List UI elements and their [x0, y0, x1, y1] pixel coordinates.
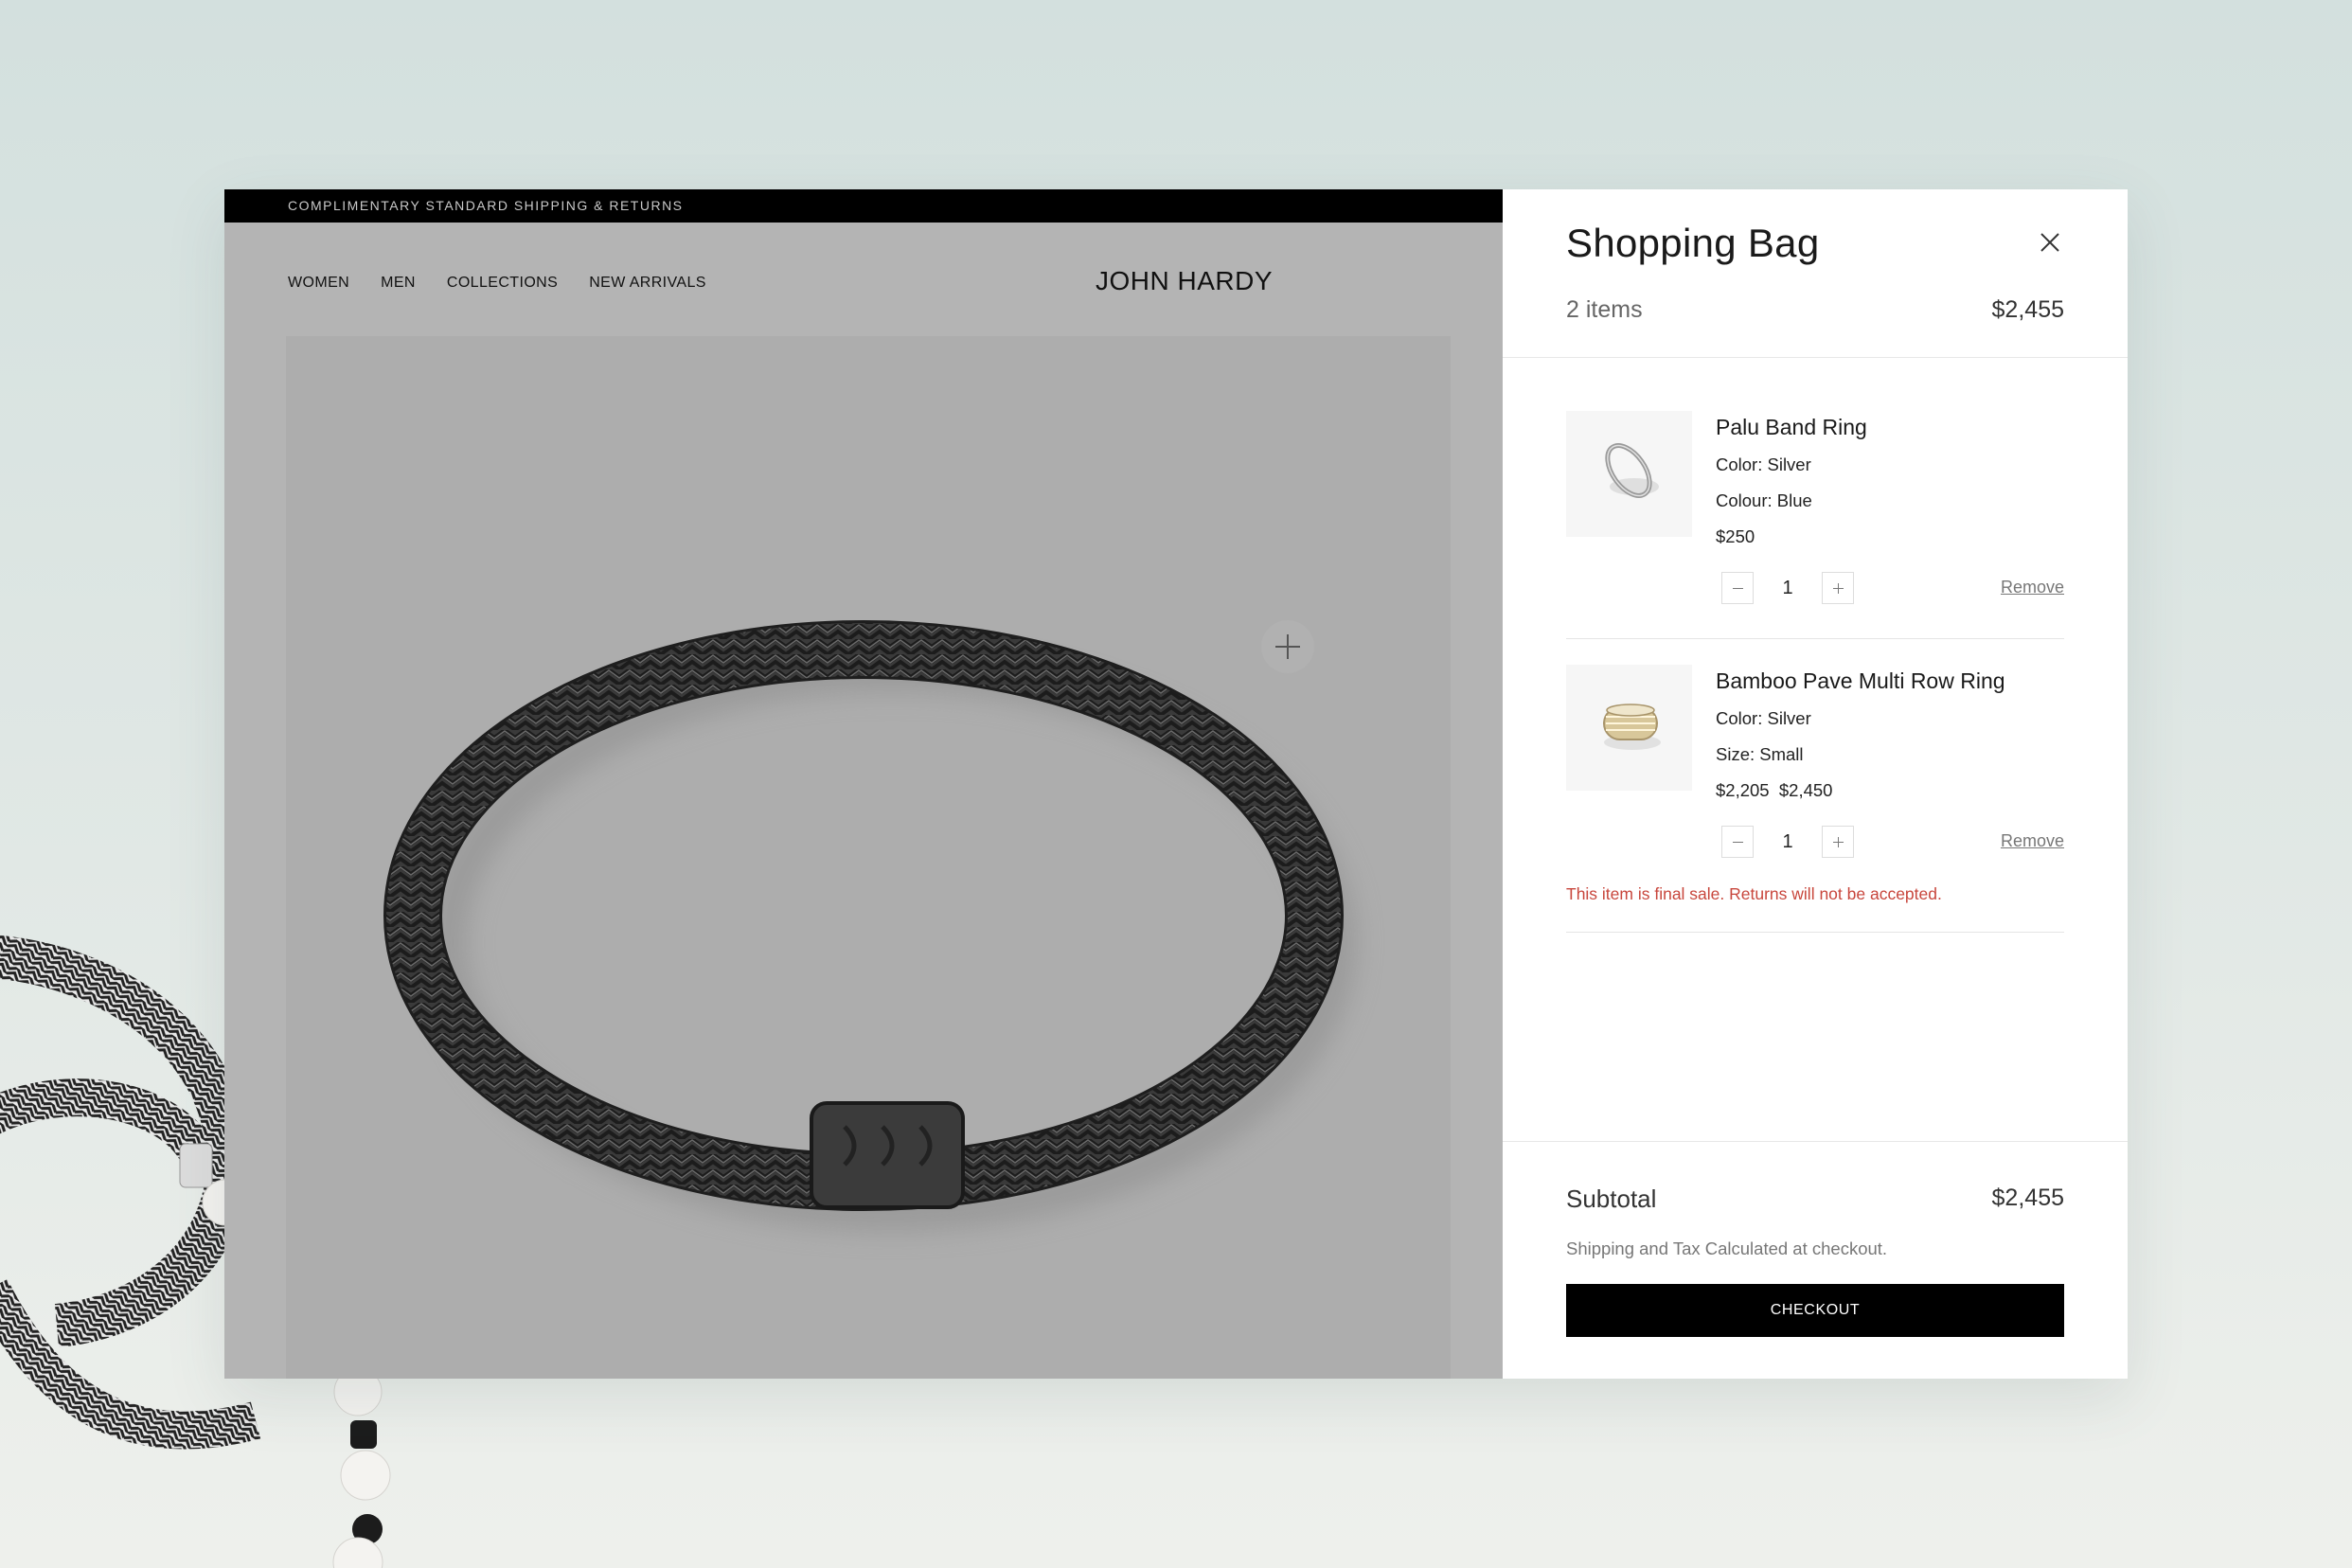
close-icon [2040, 233, 2059, 252]
shopping-bag-drawer: Shopping Bag 2 items $2,455 Palu Band Ri… [1503, 189, 2128, 1379]
increase-quantity-button[interactable] [1822, 826, 1854, 858]
final-sale-notice: This item is final sale. Returns will no… [1566, 884, 1942, 903]
nav-new-arrivals[interactable]: NEW ARRIVALS [589, 275, 706, 292]
quantity-value[interactable]: 1 [1754, 831, 1822, 853]
brand-logo[interactable]: JOHN HARDY [1096, 266, 1273, 296]
quantity-stepper: 1 [1721, 826, 1854, 858]
close-bag-button[interactable] [2035, 227, 2065, 258]
item-size: Size: Small [1716, 744, 1804, 764]
nav-links: WOMEN MEN COLLECTIONS NEW ARRIVALS [288, 275, 706, 292]
item-color: Color: Silver [1716, 454, 1811, 474]
cart-item: Palu Band Ring Color: Silver Colour: Blu… [1566, 411, 2064, 639]
bag-item-count: 2 items [1566, 296, 1643, 323]
bag-footer: Subtotal $2,455 Shipping and Tax Calcula… [1503, 1141, 2128, 1380]
bag-title: Shopping Bag [1566, 221, 1820, 265]
ring-image [1603, 704, 1661, 750]
bracelet-product-image [383, 620, 1356, 1231]
remove-item-link[interactable]: Remove [2001, 831, 2064, 851]
nav-men[interactable]: MEN [381, 275, 416, 292]
promo-bar: COMPLIMENTARY STANDARD SHIPPING & RETURN… [224, 189, 1503, 223]
item-sale-price: $2,205 [1716, 780, 1770, 800]
browser-window: COMPLIMENTARY STANDARD SHIPPING & RETURN… [224, 189, 2128, 1379]
minus-icon [1733, 588, 1743, 589]
main-nav: WOMEN MEN COLLECTIONS NEW ARRIVALS JOHN … [224, 223, 1503, 336]
zoom-plus-icon [1275, 634, 1300, 659]
nav-collections[interactable]: COLLECTIONS [447, 275, 558, 292]
minus-icon [1733, 842, 1743, 843]
subtotal-value: $2,455 [1991, 1185, 2064, 1211]
item-original-price: $2,450 [1778, 780, 1833, 800]
checkout-button[interactable]: CHECKOUT [1566, 1284, 2064, 1337]
item-colour: Colour: Blue [1716, 490, 1812, 510]
ring-image [1605, 443, 1659, 498]
nav-women[interactable]: WOMEN [288, 275, 349, 292]
storefront: COMPLIMENTARY STANDARD SHIPPING & RETURN… [224, 189, 1503, 1379]
quantity-value[interactable]: 1 [1754, 578, 1822, 599]
plus-icon-vertical [1838, 583, 1839, 594]
quantity-stepper: 1 [1721, 572, 1854, 604]
bag-total: $2,455 [1991, 296, 2064, 323]
item-name[interactable]: Palu Band Ring [1716, 415, 1867, 440]
zoom-button[interactable] [1261, 620, 1314, 673]
cart-item: Bamboo Pave Multi Row Ring Color: Silver… [1566, 665, 2064, 933]
shipping-note: Shipping and Tax Calculated at checkout. [1566, 1238, 1888, 1258]
item-thumbnail[interactable] [1566, 411, 1692, 537]
remove-item-link[interactable]: Remove [2001, 578, 2064, 597]
plus-icon-vertical [1838, 837, 1839, 847]
item-name[interactable]: Bamboo Pave Multi Row Ring [1716, 668, 2005, 694]
item-color: Color: Silver [1716, 708, 1811, 728]
subtotal-label: Subtotal [1566, 1185, 1657, 1213]
item-price-row: $2,205 $2,450 [1716, 780, 1832, 801]
decrease-quantity-button[interactable] [1721, 826, 1754, 858]
product-hero [286, 336, 1451, 1379]
item-price: $250 [1716, 526, 1755, 546]
bag-header: Shopping Bag 2 items $2,455 [1503, 189, 2128, 358]
increase-quantity-button[interactable] [1822, 572, 1854, 604]
item-thumbnail[interactable] [1566, 665, 1692, 791]
decrease-quantity-button[interactable] [1721, 572, 1754, 604]
